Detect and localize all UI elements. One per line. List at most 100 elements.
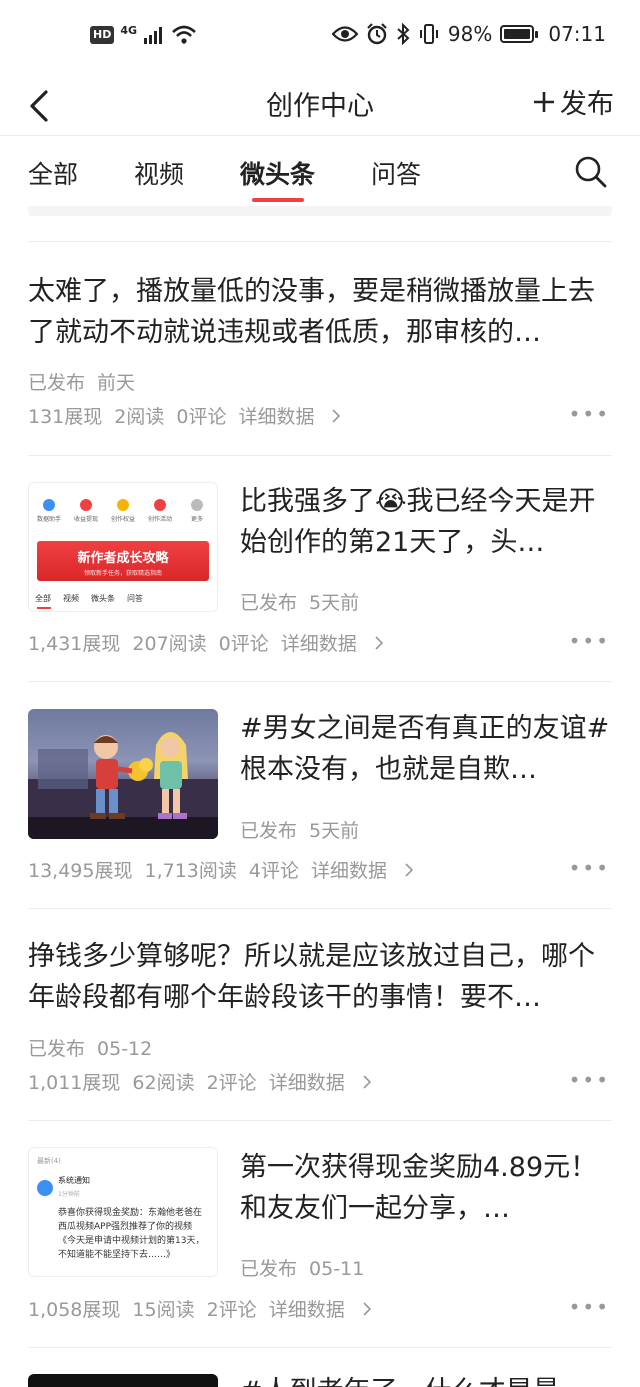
bell-icon (37, 1180, 53, 1196)
thumb-icon-more: 更多 (183, 499, 211, 523)
publish-button[interactable]: 发布 (532, 82, 614, 121)
comments-count: 2评论 (206, 1072, 257, 1094)
post-title[interactable]: 第一次获得现金奖励4.89元！和友友们一起分享，… (240, 1147, 612, 1229)
thumb-header: 最新(4) (37, 1157, 61, 1165)
alarm-icon (367, 23, 387, 45)
wifi-icon (172, 25, 196, 44)
detail-data-label: 详细数据 (268, 1072, 345, 1094)
search-button[interactable] (574, 155, 608, 189)
chevron-right-icon (405, 862, 413, 877)
post-meta: 已发布 05-11 (240, 1254, 376, 1281)
detail-data-link[interactable]: 详细数据 (238, 402, 341, 429)
thumb-tab-indicator (37, 607, 51, 609)
tab-bar: 全部 视频 微头条 问答 (0, 137, 640, 205)
post-stats: 1,431展现 207阅读 0评论 详细数据 (28, 629, 395, 656)
divider (28, 1120, 612, 1121)
battery-percent: 98% (447, 22, 493, 46)
comments-count: 4评论 (248, 860, 299, 882)
thumb-banner-sub: 领取新手任务，获取精选指南 (83, 570, 162, 577)
comments-count: 2评论 (206, 1299, 257, 1321)
post-stats: 13,495展现 1,713阅读 4评论 详细数据 (28, 856, 425, 883)
post-status: 已发布 (240, 1258, 298, 1280)
post-title[interactable]: 比我强多了😭我已经今天是开始创作的第21天了，头… (240, 481, 612, 563)
detail-data-label: 详细数据 (268, 1299, 345, 1321)
battery-icon (500, 25, 539, 43)
post-title[interactable]: 太难了，播放量低的没事，要是稍微播放量上去了就动不动就说违规或者低质，那审核的… (28, 271, 612, 353)
tab-all[interactable]: 全部 (28, 155, 78, 191)
more-options-button[interactable]: ••• (569, 856, 610, 880)
post-status: 已发布 (28, 372, 86, 394)
post-thumbnail[interactable]: 数据助手 收益提现 创作权益 创作活动 更多 新作者成长攻略 领取新手任务，获取… (28, 482, 218, 612)
clock: 07:11 (548, 22, 606, 46)
views-count: 1,058展现 (28, 1299, 121, 1321)
detail-data-label: 详细数据 (280, 633, 357, 655)
divider (28, 1347, 612, 1348)
post-title[interactable]: #人到老年了，什么才是最大… (240, 1371, 612, 1387)
battery-fill (504, 29, 530, 39)
chevron-right-icon (363, 1301, 371, 1316)
post-thumbnail[interactable] (28, 1374, 218, 1387)
tab-qa[interactable]: 问答 (371, 155, 421, 191)
active-tab-indicator (252, 198, 304, 202)
tab-video[interactable]: 视频 (134, 155, 184, 191)
more-options-button[interactable]: ••• (569, 1295, 610, 1319)
publish-label: 发布 (560, 89, 614, 120)
divider (28, 681, 612, 682)
detail-data-link[interactable]: 详细数据 (269, 1295, 371, 1322)
network-label: 4G (120, 23, 138, 37)
previous-item-edge (28, 206, 612, 216)
detail-data-link[interactable]: 详细数据 (311, 856, 413, 883)
views-count: 131展现 (28, 406, 103, 428)
thumb-banner: 新作者成长攻略 领取新手任务，获取精选指南 (37, 541, 209, 581)
signal-icon (144, 27, 163, 44)
post-title[interactable]: 挣钱多少算够呢？所以就是应该放过自己，哪个年龄段都有哪个年龄段该干的事情！要不… (28, 936, 612, 1018)
post-title[interactable]: #男女之间是否有真正的友谊# 根本没有，也就是自欺… (240, 708, 612, 790)
detail-data-label: 详细数据 (310, 860, 387, 882)
detail-data-link[interactable]: 详细数据 (269, 1068, 371, 1095)
vibrate-icon (419, 24, 438, 44)
thumb-icon-rights: 创作权益 (109, 499, 137, 523)
post-thumbnail[interactable] (28, 709, 218, 839)
thumb-sender-row: 系统通知 1分钟前 (37, 1174, 209, 1202)
reads-count: 207阅读 (132, 633, 207, 655)
more-options-button[interactable]: ••• (569, 1068, 610, 1092)
post-meta: 已发布 05-12 (28, 1034, 164, 1061)
divider (28, 455, 612, 456)
chevron-right-icon (332, 408, 341, 423)
search-icon (575, 156, 607, 188)
bluetooth-icon (397, 23, 410, 45)
post-stats: 131展现 2阅读 0评论 详细数据 (28, 402, 352, 429)
divider (28, 908, 612, 909)
post-date: 前天 (97, 372, 136, 394)
post-date: 05-12 (97, 1038, 153, 1060)
more-options-button[interactable]: ••• (569, 629, 610, 653)
thumb-body: 恭喜你获得现金奖励：东瀚他老爸在西瓜视频APP强烈推荐了你的视频《今天是申请中视… (58, 1208, 205, 1260)
post-status: 已发布 (240, 820, 298, 842)
thumb-banner-title: 新作者成长攻略 (77, 551, 169, 566)
post-date: 05-11 (309, 1258, 365, 1280)
chevron-right-icon (363, 1074, 371, 1089)
post-thumbnail[interactable]: 最新(4) 系统通知 1分钟前 恭喜你获得现金奖励：东瀚他老爸在西瓜视频APP强… (28, 1147, 218, 1277)
post-meta: 已发布 5天前 (240, 816, 371, 843)
thumb-icon-data: 数据助手 (35, 499, 63, 523)
reads-count: 15阅读 (132, 1299, 195, 1321)
detail-data-label: 详细数据 (238, 406, 315, 428)
post-status: 已发布 (240, 592, 298, 614)
thumb-icon-activity: 创作活动 (146, 499, 174, 523)
nav-bar: 创作中心 发布 (0, 72, 640, 136)
post-meta: 已发布 前天 (28, 368, 147, 395)
chevron-right-icon (375, 635, 383, 650)
thumb-tabs: 全部 视频 微头条 问答 (35, 594, 143, 603)
status-left: HD 4G (90, 24, 197, 46)
views-count: 1,011展现 (28, 1072, 121, 1094)
tab-micro-headline[interactable]: 微头条 (240, 155, 315, 191)
divider (28, 241, 612, 242)
more-options-button[interactable]: ••• (569, 402, 610, 426)
post-date: 5天前 (309, 592, 360, 614)
reads-count: 62阅读 (132, 1072, 195, 1094)
post-stats: 1,011展现 62阅读 2评论 详细数据 (28, 1068, 383, 1095)
plus-icon (534, 91, 554, 112)
views-count: 13,495展现 (28, 860, 133, 882)
status-right: 98% 07:11 (331, 22, 606, 46)
detail-data-link[interactable]: 详细数据 (281, 629, 383, 656)
